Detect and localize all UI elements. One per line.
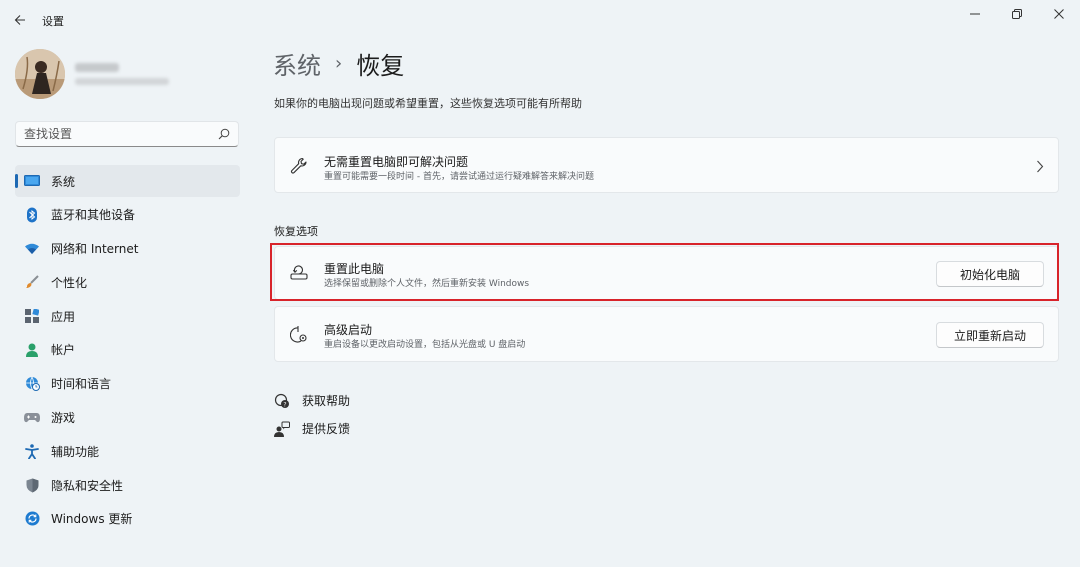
help-icon: ? (274, 393, 290, 409)
window-controls (954, 0, 1080, 28)
sidebar-item-accounts[interactable]: 帐户 (15, 334, 240, 366)
wifi-icon (24, 241, 40, 257)
app-title: 设置 (42, 15, 64, 28)
breadcrumb-separator: › (335, 53, 343, 74)
advanced-startup-icon (289, 325, 309, 345)
avatar (15, 49, 65, 99)
brush-icon (24, 274, 40, 290)
profile-text (75, 63, 169, 85)
svg-text:?: ? (283, 401, 286, 408)
reset-pc-title: 重置此电脑 (324, 262, 385, 276)
breadcrumb-parent[interactable]: 系统 (273, 46, 321, 81)
title-bar: 设置 (0, 0, 1080, 40)
user-profile[interactable] (15, 49, 169, 99)
sidebar-item-label: 游戏 (51, 411, 76, 426)
sidebar-item-apps[interactable]: 应用 (15, 300, 240, 332)
search-icon (218, 128, 230, 140)
sidebar-item-label: 时间和语言 (51, 377, 112, 392)
feedback-link[interactable]: 提供反馈 (274, 420, 350, 437)
sidebar-item-bluetooth[interactable]: 蓝牙和其他设备 (15, 199, 240, 231)
back-button[interactable] (8, 8, 32, 32)
close-icon (1054, 9, 1064, 19)
sidebar-item-label: 辅助功能 (51, 444, 100, 459)
search-box[interactable] (15, 121, 239, 147)
reset-pc-card: 重置此电脑 选择保留或删除个人文件，然后重新安装 Windows 初始化电脑 (274, 246, 1059, 300)
sidebar-item-label: 应用 (51, 309, 76, 324)
search-input[interactable] (24, 127, 218, 141)
advanced-startup-subtitle: 重启设备以更改启动设置，包括从光盘或 U 盘启动 (324, 340, 526, 350)
feedback-label: 提供反馈 (302, 422, 351, 436)
globe-clock-icon (24, 376, 40, 392)
troubleshoot-card[interactable]: 无需重置电脑即可解决问题 重置可能需要一段时间 - 首先，请尝试通过运行疑难解答… (274, 137, 1059, 193)
sidebar-item-time-language[interactable]: 时间和语言 (15, 368, 240, 400)
sidebar-item-gaming[interactable]: 游戏 (15, 402, 240, 434)
sidebar-item-label: 蓝牙和其他设备 (51, 208, 136, 223)
sidebar-item-label: 帐户 (51, 343, 76, 358)
reset-pc-icon (289, 263, 309, 283)
minimize-button[interactable] (954, 0, 996, 28)
troubleshoot-subtitle: 重置可能需要一段时间 - 首先，请尝试通过运行疑难解答来解决问题 (324, 172, 594, 182)
close-button[interactable] (1038, 0, 1080, 28)
reset-pc-button[interactable]: 初始化电脑 (936, 261, 1044, 287)
sidebar-item-accessibility[interactable]: 辅助功能 (15, 435, 240, 467)
page-description: 如果你的电脑出现问题或希望重置，这些恢复选项可能有所帮助 (274, 97, 582, 110)
profile-email-blurred (75, 78, 169, 85)
sidebar-nav: 系统 蓝牙和其他设备 网络和 Internet 个性化 应用 帐户 时间和语言 … (15, 165, 240, 537)
sidebar-item-label: 隐私和安全性 (51, 478, 124, 493)
sidebar-item-label: Windows 更新 (51, 512, 133, 527)
advanced-startup-title: 高级启动 (324, 323, 373, 337)
gamepad-icon (24, 410, 40, 426)
feedback-icon (274, 421, 290, 437)
sidebar-item-network[interactable]: 网络和 Internet (15, 233, 240, 265)
chevron-right-icon (1036, 158, 1044, 177)
breadcrumb: 系统 › 恢复 (273, 46, 404, 81)
advanced-startup-card: 高级启动 重启设备以更改启动设置，包括从光盘或 U 盘启动 立即重新启动 (274, 306, 1059, 362)
sidebar-item-personalization[interactable]: 个性化 (15, 266, 240, 298)
get-help-link[interactable]: ? 获取帮助 (274, 392, 350, 409)
system-icon (24, 173, 40, 189)
sidebar-item-windows-update[interactable]: Windows 更新 (15, 503, 240, 535)
reset-pc-subtitle: 选择保留或删除个人文件，然后重新安装 Windows (324, 279, 530, 289)
shield-icon (24, 477, 40, 493)
sidebar-item-label: 个性化 (51, 275, 88, 290)
get-help-label: 获取帮助 (302, 394, 351, 408)
bluetooth-icon (24, 207, 40, 223)
minimize-icon (970, 13, 980, 15)
sidebar-item-label: 网络和 Internet (51, 242, 139, 257)
page-title: 恢复 (356, 52, 405, 80)
apps-icon (24, 308, 40, 324)
sidebar-item-system[interactable]: 系统 (15, 165, 240, 197)
restart-now-button[interactable]: 立即重新启动 (936, 322, 1044, 348)
maximize-button[interactable] (996, 0, 1038, 28)
account-icon (24, 342, 40, 358)
windows-update-icon (24, 511, 40, 527)
troubleshoot-title: 无需重置电脑即可解决问题 (324, 155, 469, 169)
back-arrow-icon (14, 15, 25, 25)
restore-icon (1012, 9, 1022, 19)
profile-name-blurred (75, 63, 119, 72)
sidebar-item-privacy[interactable]: 隐私和安全性 (15, 469, 240, 501)
wrench-icon (289, 156, 309, 176)
section-title: 恢复选项 (274, 225, 318, 238)
sidebar-item-label: 系统 (51, 174, 76, 189)
accessibility-icon (24, 443, 40, 459)
